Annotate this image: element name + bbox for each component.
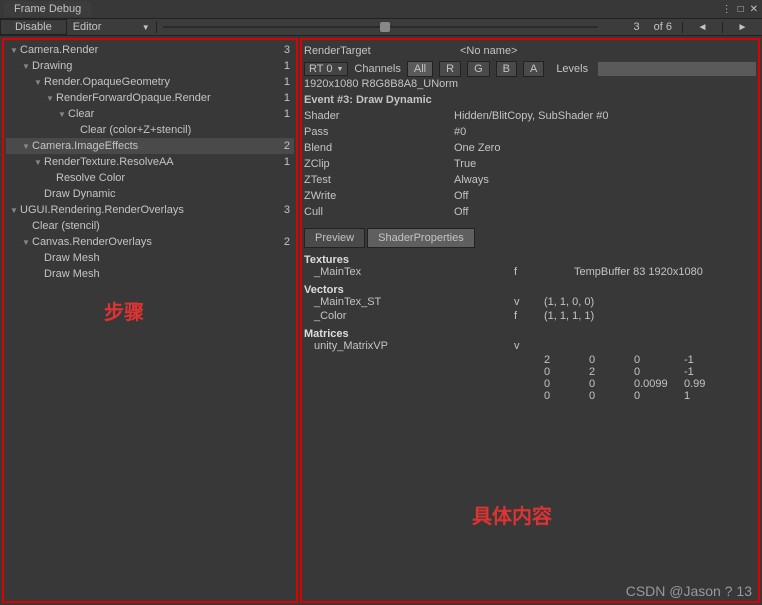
rendertarget-label: RenderTarget [304, 45, 454, 57]
tree-row[interactable]: ▼Clear1 [6, 106, 294, 122]
tree-row[interactable]: ▼Render.OpaqueGeometry1 [6, 74, 294, 90]
annotation-details: 具体内容 [472, 500, 552, 529]
info-row: BlendOne Zero [304, 142, 756, 158]
textures-header: Textures [304, 254, 756, 266]
info-row: ZTestAlways [304, 174, 756, 190]
channel-all-button[interactable]: All [407, 61, 433, 77]
matrix-values: 0001 [304, 390, 756, 402]
channel-r-button[interactable]: R [439, 61, 461, 77]
chevron-down-icon: ▼ [336, 66, 343, 73]
resolution-format: 1920x1080 R8G8B8A8_UNorm [304, 78, 458, 94]
vector-row: _Colorf(1, 1, 1, 1) [304, 310, 756, 324]
matrix-values: 000.00990.99 [304, 378, 756, 390]
watermark: CSDN @Jason ? 13 [626, 583, 752, 599]
levels-label: Levels [556, 63, 588, 75]
event-number-field[interactable] [604, 21, 644, 33]
tree-row[interactable]: ▼Camera.ImageEffects2 [6, 138, 294, 154]
event-title: Event #3: Draw Dynamic [304, 94, 432, 110]
tree-row[interactable]: Clear (color+Z+stencil) [6, 122, 294, 138]
slider-thumb[interactable] [380, 22, 390, 32]
tree-row[interactable]: Draw Dynamic [6, 186, 294, 202]
next-button[interactable]: ► [722, 22, 762, 33]
vectors-header: Vectors [304, 284, 756, 296]
info-row: ShaderHidden/BlitCopy, SubShader #0 [304, 110, 756, 126]
close-icon[interactable]: ✕ [750, 4, 758, 15]
vector-row: _MainTex_STv(1, 1, 0, 0) [304, 296, 756, 310]
mode-dropdown[interactable]: Editor ▼ [67, 21, 157, 33]
info-row: ZClipTrue [304, 158, 756, 174]
window-tab[interactable]: Frame Debug [4, 1, 91, 17]
annotation-steps: 步骤 [104, 296, 144, 325]
texture-row: _MainTex f TempBuffer 83 1920x1080 [304, 266, 756, 280]
tree-row[interactable]: ▼Camera.Render3 [6, 42, 294, 58]
event-tree-panel: ▼Camera.Render3▼Drawing1▼Render.OpaqueGe… [2, 38, 298, 603]
channel-g-button[interactable]: G [467, 61, 490, 77]
tree-row[interactable]: ▼UGUI.Rendering.RenderOverlays3 [6, 202, 294, 218]
toolbar: Disable Editor ▼ of 6 ◄ ► [0, 18, 762, 36]
menu-icon[interactable]: ⋮ [722, 4, 732, 15]
details-panel: RenderTarget <No name> RT 0 ▼ Channels A… [300, 38, 760, 603]
rt-dropdown[interactable]: RT 0 ▼ [304, 62, 348, 76]
matrix-row: unity_MatrixVP v [304, 340, 756, 354]
matrices-header: Matrices [304, 328, 756, 340]
event-slider[interactable] [157, 19, 604, 35]
channel-b-button[interactable]: B [496, 61, 517, 77]
matrix-values: 200-1 [304, 354, 756, 366]
tree-row[interactable]: Resolve Color [6, 170, 294, 186]
tree-row[interactable]: ▼RenderForwardOpaque.Render1 [6, 90, 294, 106]
rendertarget-name: <No name> [460, 45, 517, 57]
total-label: of 6 [644, 21, 682, 33]
info-row: CullOff [304, 206, 756, 222]
title-bar: Frame Debug ⋮ □ ✕ [0, 0, 762, 18]
tree-row[interactable]: ▼RenderTexture.ResolveAA1 [6, 154, 294, 170]
tree-row[interactable]: ▼Canvas.RenderOverlays2 [6, 234, 294, 250]
mode-label: Editor [73, 21, 102, 33]
channels-label: Channels [354, 63, 400, 75]
shader-properties-tab[interactable]: ShaderProperties [367, 228, 475, 248]
matrix-values: 020-1 [304, 366, 756, 378]
disable-button[interactable]: Disable [0, 19, 67, 35]
tree-row[interactable]: Draw Mesh [6, 250, 294, 266]
chevron-down-icon: ▼ [142, 23, 150, 32]
tree-row[interactable]: Draw Mesh [6, 266, 294, 282]
tree-row[interactable]: Clear (stencil) [6, 218, 294, 234]
preview-tab[interactable]: Preview [304, 228, 365, 248]
tree-row[interactable]: ▼Drawing1 [6, 58, 294, 74]
maximize-icon[interactable]: □ [738, 4, 744, 15]
info-row: Pass#0 [304, 126, 756, 142]
channel-a-button[interactable]: A [523, 61, 544, 77]
levels-slider[interactable] [598, 62, 756, 76]
info-row: ZWriteOff [304, 190, 756, 206]
prev-button[interactable]: ◄ [682, 22, 722, 33]
